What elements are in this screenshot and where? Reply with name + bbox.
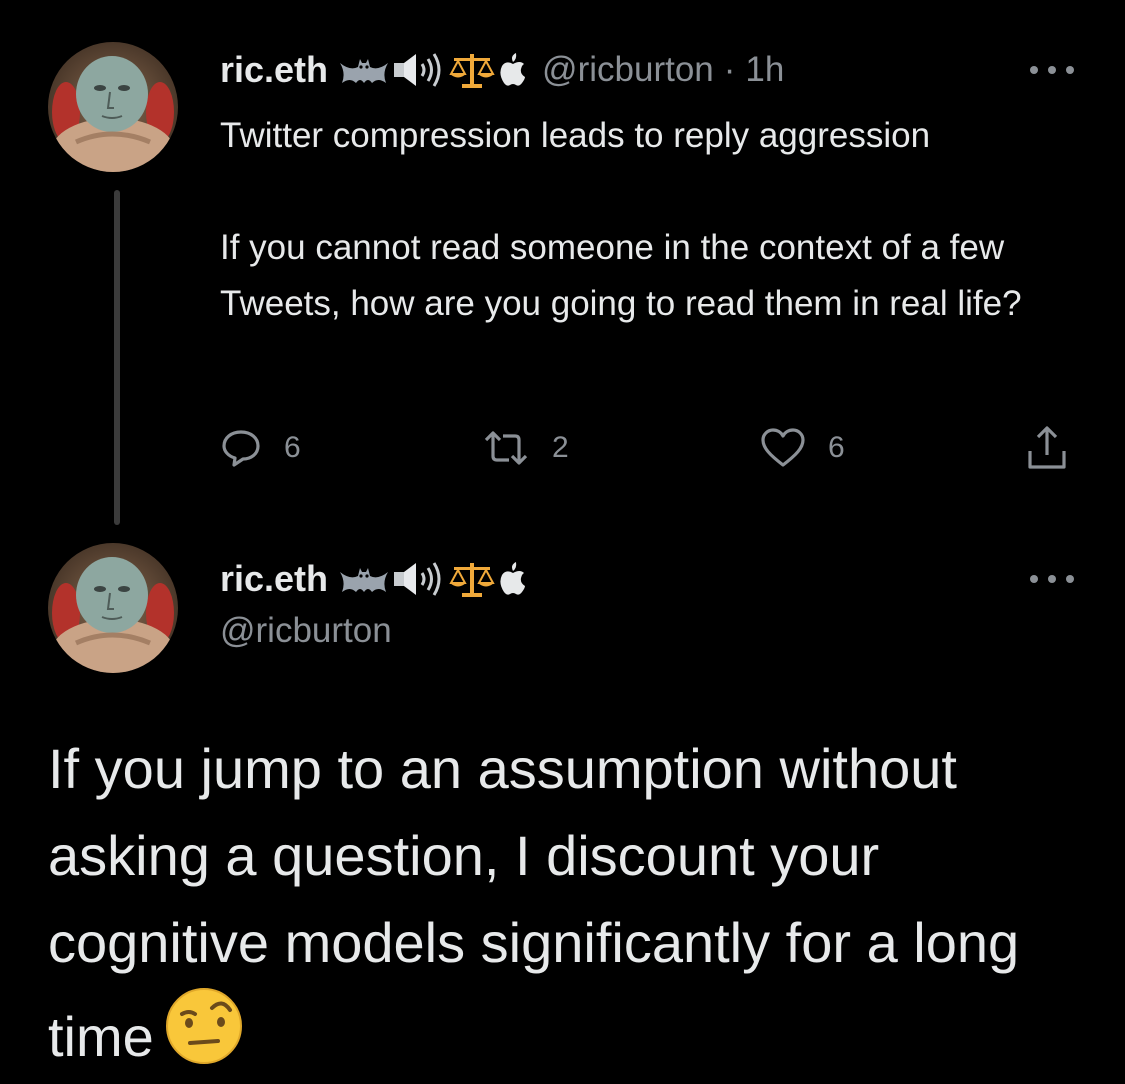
like-button[interactable]: 6 xyxy=(760,420,845,476)
balance-scale-icon xyxy=(448,50,496,90)
handle[interactable]: @ricburton xyxy=(542,50,714,90)
name-badges xyxy=(338,559,528,599)
tweet-text: Twitter compression leads to reply aggre… xyxy=(220,108,1100,332)
retweet-button[interactable]: 2 xyxy=(482,420,569,476)
retweet-icon xyxy=(482,428,530,468)
tweet-text-line: Twitter compression leads to reply aggre… xyxy=(220,116,931,155)
focused-tweet[interactable]: ric.eth @ricburton If you jump to an ass… xyxy=(0,525,1125,1084)
tweet-text-paragraph: If you cannot read someone in the contex… xyxy=(220,228,1022,323)
separator-dot: · xyxy=(723,50,736,89)
more-icon[interactable] xyxy=(1030,569,1074,589)
tweet-actions: 6 2 6 xyxy=(220,420,1080,476)
like-icon xyxy=(760,427,806,469)
avatar[interactable] xyxy=(48,543,178,673)
tweet-header: ric.eth xyxy=(220,44,784,96)
reply-icon xyxy=(220,428,262,468)
apple-icon xyxy=(498,52,528,88)
bat-icon xyxy=(338,562,390,596)
retweet-count: 2 xyxy=(552,431,569,464)
display-name[interactable]: ric.eth xyxy=(220,558,328,600)
reply-count: 6 xyxy=(284,431,301,464)
handle[interactable]: @ricburton xyxy=(220,611,392,651)
timestamp[interactable]: 1h xyxy=(745,50,784,90)
name-badges xyxy=(338,50,528,90)
more-icon[interactable] xyxy=(1030,60,1074,80)
balance-scale-icon xyxy=(448,559,496,599)
face-with-raised-eyebrow-icon xyxy=(164,986,244,1066)
parent-tweet[interactable]: ric.eth @ricburton · 1h Twitter compress… xyxy=(0,0,1125,525)
reply-button[interactable]: 6 xyxy=(220,420,301,476)
thread-connector-line xyxy=(114,190,120,525)
share-icon xyxy=(1026,425,1068,471)
tweet-text: If you jump to an assumption without ask… xyxy=(48,725,1088,1080)
avatar[interactable] xyxy=(48,42,178,172)
bat-icon xyxy=(338,53,390,87)
tweet-header: ric.eth xyxy=(220,551,528,607)
speaker-high-volume-icon xyxy=(392,559,446,599)
share-button[interactable] xyxy=(1026,420,1068,476)
like-count: 6 xyxy=(828,431,845,464)
apple-icon xyxy=(498,561,528,597)
display-name[interactable]: ric.eth xyxy=(220,49,328,91)
speaker-high-volume-icon xyxy=(392,50,446,90)
